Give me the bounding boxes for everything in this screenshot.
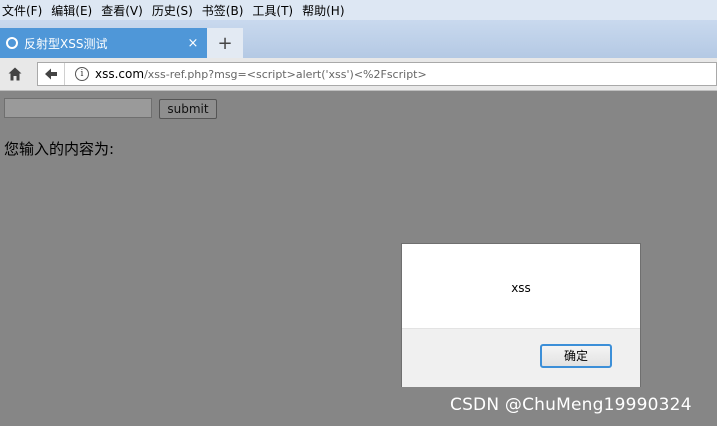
tab-strip: 反射型XSS测试 × + (0, 20, 717, 58)
back-button[interactable] (38, 63, 65, 85)
loading-circle-icon (6, 37, 18, 49)
new-tab-button[interactable]: + (207, 28, 243, 58)
url-text[interactable]: xss.com/xss-ref.php?msg=<script>alert('x… (95, 67, 427, 81)
menu-view[interactable]: 查看(V) (99, 2, 146, 19)
home-icon (8, 67, 22, 81)
navigation-bar: i xss.com/xss-ref.php?msg=<script>alert(… (0, 58, 717, 91)
address-bar[interactable]: i xss.com/xss-ref.php?msg=<script>alert(… (37, 62, 717, 86)
result-label: 您输入的内容为: (4, 140, 115, 158)
menu-history[interactable]: 历史(S) (150, 2, 196, 19)
url-host: xss.com (95, 67, 145, 81)
close-tab-icon[interactable]: × (183, 36, 203, 51)
url-path: /xss-ref.php?msg=<script>alert('xss')<%2… (144, 68, 427, 81)
home-button[interactable] (5, 64, 25, 84)
info-icon[interactable]: i (75, 67, 89, 81)
alert-message: xss (511, 281, 531, 295)
menu-bookmarks[interactable]: 书签(B) (200, 2, 247, 19)
alert-dialog: xss 确定 (401, 243, 641, 387)
message-input[interactable] (4, 98, 152, 118)
menu-file[interactable]: 文件(F) (0, 2, 45, 19)
menu-tools[interactable]: 工具(T) (250, 2, 296, 19)
plus-icon: + (217, 32, 233, 54)
tab-active[interactable]: 反射型XSS测试 × (0, 28, 207, 58)
back-arrow-icon (45, 68, 57, 80)
menu-edit[interactable]: 编辑(E) (49, 2, 95, 19)
menu-bar: 文件(F) 编辑(E) 查看(V) 历史(S) 书签(B) 工具(T) 帮助(H… (0, 0, 717, 20)
watermark: CSDN @ChuMeng19990324 (450, 395, 692, 415)
ok-button[interactable]: 确定 (540, 344, 612, 368)
menu-help[interactable]: 帮助(H) (300, 2, 347, 19)
alert-footer: 确定 (402, 328, 640, 387)
submit-button[interactable]: submit (159, 99, 217, 119)
tab-title: 反射型XSS测试 (24, 36, 108, 51)
